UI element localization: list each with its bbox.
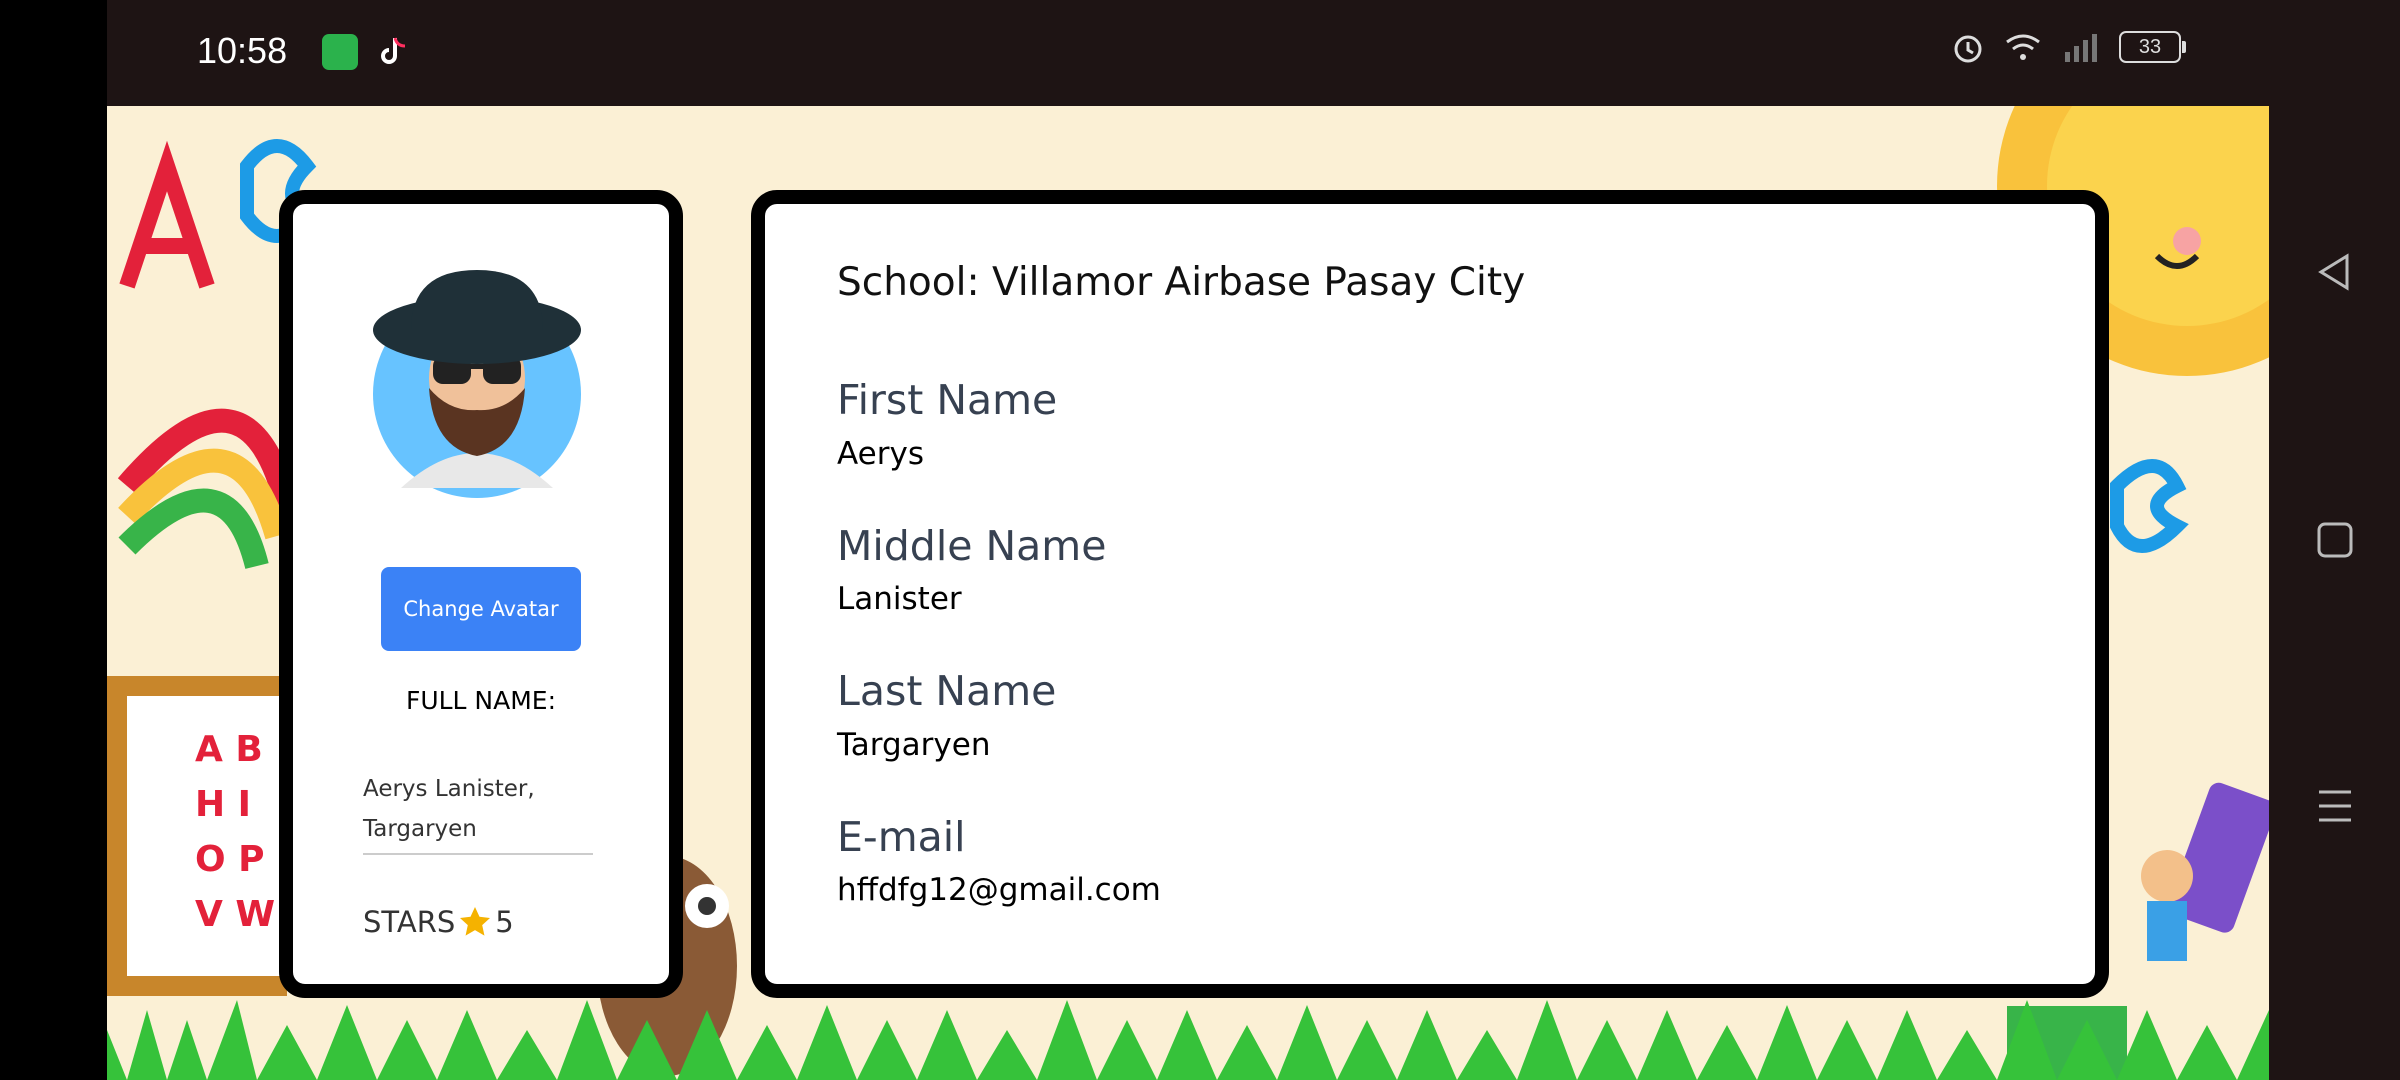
home-nav-icon[interactable]: [2315, 520, 2355, 560]
background-scene: A B H I O P V W Change Avatar FULL NAME:…: [107, 106, 2269, 1080]
middle-name-label: Middle Name: [837, 522, 1107, 570]
email-value: hffdfg12@gmail.com: [837, 872, 1161, 908]
back-nav-icon[interactable]: [2315, 252, 2355, 292]
stars-display: STARS 5: [363, 904, 514, 940]
details-card: School: Villamor Airbase Pasay City Firs…: [751, 190, 2109, 998]
first-name-value: Aerys: [837, 436, 924, 472]
tiktok-app-icon: [375, 34, 411, 70]
svg-text:O P: O P: [195, 839, 265, 880]
svg-text:V W: V W: [195, 894, 275, 935]
stars-label: STARS: [363, 905, 456, 939]
alarm-icon: [1954, 35, 1982, 63]
status-time: 10:58: [197, 30, 288, 71]
school-name: School: Villamor Airbase Pasay City: [837, 260, 1526, 305]
battery-level: 33: [2138, 35, 2162, 58]
middle-name-value: Lanister: [837, 581, 962, 617]
wifi-icon: [2006, 34, 2040, 60]
star-icon: [460, 907, 491, 936]
navigation-bar: [2269, 0, 2400, 1080]
grass-decoration: [107, 1000, 2269, 1080]
app-screen: 10:58 33 A B H I O P V W Change Avatar F…: [107, 0, 2269, 1080]
full-name-value: Aerys Lanister, Targaryen: [363, 769, 593, 855]
svg-text:H I: H I: [195, 784, 251, 825]
battery-icon: 33: [2119, 31, 2186, 63]
svg-text:A B: A B: [195, 729, 263, 770]
profile-card: Change Avatar FULL NAME: Aerys Lanister,…: [279, 190, 683, 998]
shop-app-icon: [322, 34, 358, 70]
first-name-label: First Name: [837, 376, 1058, 424]
last-name-label: Last Name: [837, 667, 1057, 715]
user-avatar: [373, 270, 581, 498]
change-avatar-button[interactable]: Change Avatar: [381, 567, 581, 651]
last-name-value: Targaryen: [837, 727, 991, 763]
status-bar: 10:58 33: [107, 0, 2269, 106]
full-name-label: FULL NAME:: [405, 686, 557, 715]
menu-nav-icon[interactable]: [2315, 786, 2355, 826]
signal-icon: [2065, 34, 2097, 62]
stars-count: 5: [495, 905, 514, 939]
email-label: E-mail: [837, 813, 966, 861]
